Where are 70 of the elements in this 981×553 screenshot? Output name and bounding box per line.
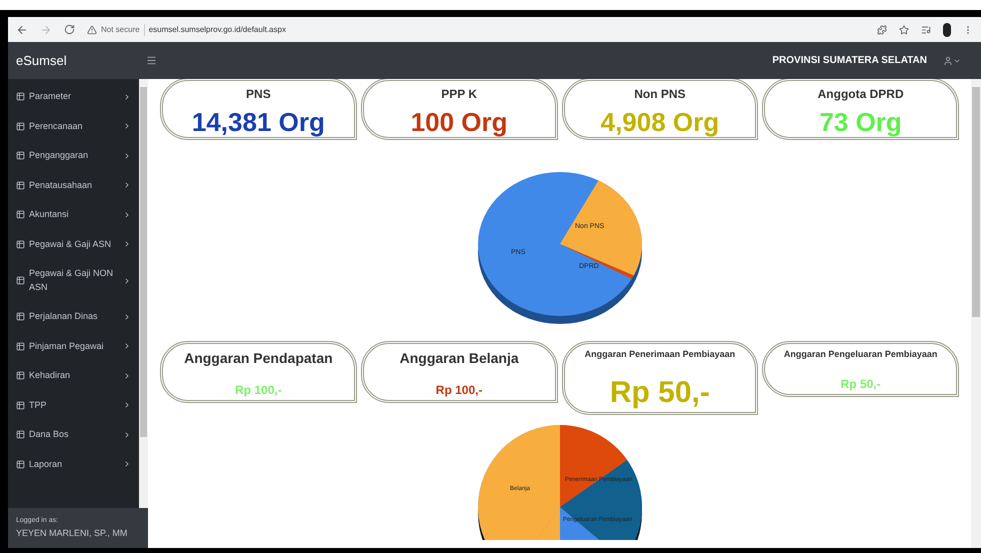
sidebar-item[interactable]: Penatausahaan xyxy=(8,170,139,200)
menu-icon[interactable] xyxy=(146,55,157,66)
chevron-icon xyxy=(123,460,131,468)
card-title: Anggaran Pendapatan xyxy=(184,349,333,368)
sidebar-item[interactable]: Pegawai & Gaji ASN xyxy=(8,230,139,259)
card-title: Anggota DPRD xyxy=(818,86,904,103)
card-value: Rp 50,- xyxy=(610,378,710,408)
chevron-icon xyxy=(123,240,131,248)
chevron-icon xyxy=(123,312,131,321)
table-icon xyxy=(16,92,25,102)
scrollbar-thumb[interactable] xyxy=(972,87,980,317)
chevron-icon xyxy=(123,152,131,160)
table-icon xyxy=(16,122,25,131)
brand-text[interactable]: eSumsel xyxy=(8,50,138,70)
list-icon[interactable] xyxy=(921,24,931,34)
chevron-icon xyxy=(123,210,131,219)
card-title: PNS xyxy=(246,86,271,103)
security-label: Not secure xyxy=(101,24,140,36)
card-value: Rp 50,- xyxy=(840,378,881,390)
chevron-icon xyxy=(123,372,131,380)
card-title: Anggaran Penerimaan Pembiayaan xyxy=(584,348,736,361)
table-icon xyxy=(16,180,25,190)
card-value: 4,908 Org xyxy=(600,106,720,139)
table-icon xyxy=(16,276,25,285)
user-icon[interactable] xyxy=(943,56,953,66)
star-icon[interactable] xyxy=(899,24,909,34)
card-title: Non PNS xyxy=(634,86,686,103)
sidebar-item[interactable]: Kehadiran xyxy=(8,361,139,390)
back-icon[interactable] xyxy=(16,24,28,36)
card-value: Rp 100,- xyxy=(235,384,282,396)
sidebar-item[interactable]: Parameter xyxy=(8,82,139,112)
scrollbar-thumb[interactable] xyxy=(140,87,147,437)
table-icon xyxy=(16,430,25,440)
table-icon xyxy=(16,400,25,410)
chevron-icon xyxy=(123,181,131,190)
card-value: Rp 100,- xyxy=(436,384,482,396)
card-title: PPP K xyxy=(441,86,478,103)
puzzle-icon[interactable] xyxy=(877,24,887,34)
sidebar-item[interactable]: Akuntansi xyxy=(8,200,139,230)
chevron-icon xyxy=(123,122,131,130)
table-icon xyxy=(16,371,25,380)
sidebar-item[interactable]: Pinjaman Pegawai xyxy=(8,332,139,361)
sidebar-item[interactable]: Pegawai & Gaji NON ASN xyxy=(8,259,139,302)
sidebar-item[interactable]: TPP xyxy=(8,390,139,420)
user-name: YEYEN MARLENI, SP., MM xyxy=(16,526,128,540)
chevron-icon xyxy=(123,92,131,101)
card-title: Anggaran Pengeluaran Pembiayaan xyxy=(784,348,938,361)
sidebar-item[interactable]: Dana Bos xyxy=(8,420,139,450)
table-icon xyxy=(16,151,25,160)
table-icon xyxy=(16,210,25,220)
url-text[interactable]: esumsel.sumselprov.go.id/default.aspx xyxy=(144,24,286,36)
card-title: Anggaran Belanja xyxy=(400,349,519,368)
card-value: 100 Org xyxy=(410,106,508,139)
chevron-icon xyxy=(123,430,131,439)
table-icon xyxy=(16,460,25,469)
warning-icon xyxy=(87,24,97,34)
chevron-icon xyxy=(123,276,131,284)
sidebar-item[interactable]: Laporan xyxy=(8,450,139,479)
sidebar-item[interactable]: Penganggaran xyxy=(8,141,139,170)
table-icon xyxy=(16,342,25,351)
chevron-icon xyxy=(123,342,131,350)
table-icon xyxy=(16,312,25,322)
card-value: 73 Org xyxy=(819,106,902,139)
table-icon xyxy=(16,240,25,249)
region-text: PROVINSI SUMATERA SELATAN xyxy=(772,54,927,68)
card-value: 14,381 Org xyxy=(192,106,325,139)
sidebar-item[interactable]: Perencanaan xyxy=(8,112,139,141)
chevron-icon xyxy=(123,401,131,410)
sidebar-item[interactable]: Perjalanan Dinas xyxy=(8,302,139,332)
reload-icon[interactable] xyxy=(64,24,75,35)
